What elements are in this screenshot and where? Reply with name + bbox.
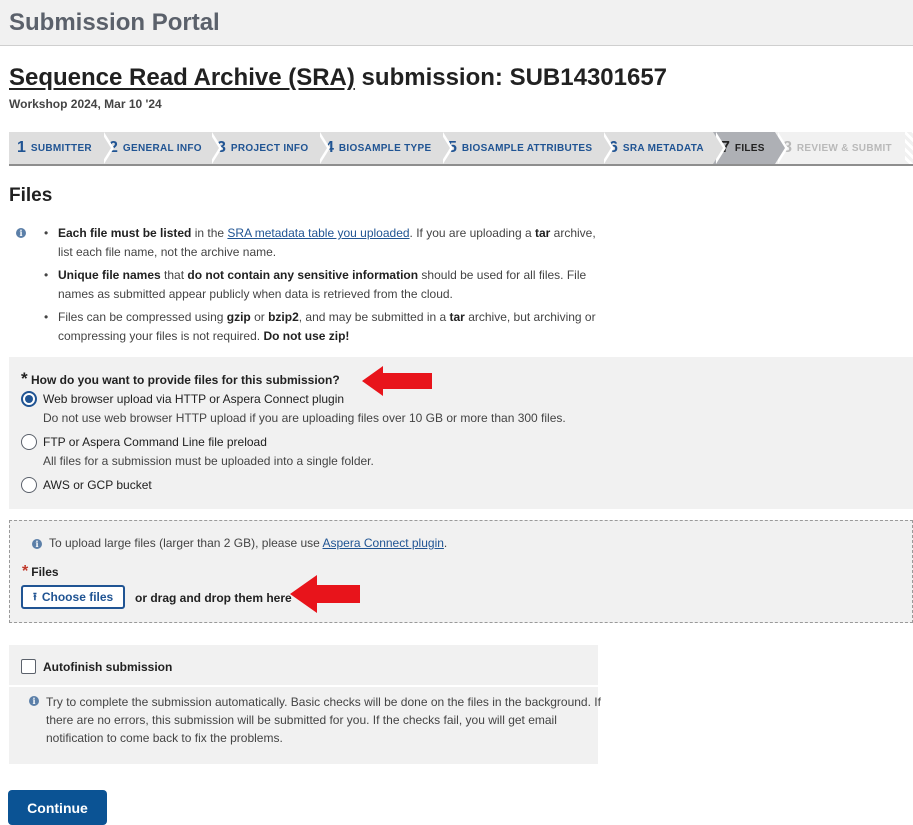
radio-button-ftp-aspera[interactable] bbox=[21, 434, 37, 450]
step-submitter[interactable]: 1 SUBMITTER bbox=[9, 132, 114, 164]
step-label: BIOSAMPLE ATTRIBUTES bbox=[461, 142, 593, 154]
step-project-info[interactable]: 3PROJECT INFO bbox=[209, 132, 330, 164]
radio-hint: Do not use web browser HTTP upload if yo… bbox=[43, 411, 566, 425]
files-section-title: Files bbox=[9, 185, 53, 206]
continue-button[interactable]: Continue bbox=[8, 790, 107, 825]
step-number: 1 bbox=[17, 139, 26, 156]
upload-method-panel: * How do you want to provide files for t… bbox=[9, 357, 913, 509]
radio-label: AWS or GCP bucket bbox=[43, 478, 152, 492]
step-label: GENERAL INFO bbox=[122, 142, 202, 154]
step-label: FILES bbox=[734, 142, 765, 154]
step-label: SUBMITTER bbox=[30, 142, 92, 154]
annotation-arrow-icon bbox=[362, 366, 432, 396]
submission-id-text: submission: SUB14301657 bbox=[354, 64, 668, 91]
sra-title-link[interactable]: Sequence Read Archive (SRA) bbox=[9, 64, 355, 91]
radio-label: Web browser upload via HTTP or Aspera Co… bbox=[43, 392, 345, 406]
step-sra-metadata[interactable]: 6SRA METADATA bbox=[601, 132, 726, 164]
step-biosample-type[interactable]: 4BIOSAMPLE TYPE bbox=[317, 132, 453, 164]
autofinish-label[interactable]: Autofinish submission bbox=[43, 660, 172, 674]
info-icon: i bbox=[16, 228, 26, 238]
autofinish-panel: Autofinish submission i Try to complete … bbox=[9, 645, 601, 764]
required-marker: * bbox=[22, 563, 29, 580]
files-label: * Files bbox=[22, 563, 59, 580]
radio-label: FTP or Aspera Command Line file preload bbox=[43, 435, 267, 449]
portal-header: Submission Portal bbox=[0, 0, 913, 46]
guideline-item: Unique file names that do not contain an… bbox=[44, 266, 596, 304]
guideline-item: Files can be compressed using gzip or bz… bbox=[44, 308, 596, 346]
file-upload-panel: i To upload large files (larger than 2 GB… bbox=[9, 520, 913, 623]
radio-option-ftp-aspera[interactable]: FTP or Aspera Command Line file preload … bbox=[21, 434, 374, 469]
sra-metadata-link[interactable]: SRA metadata table you uploaded bbox=[227, 226, 409, 240]
radio-button-web-browser[interactable] bbox=[21, 391, 37, 407]
stepper-edge bbox=[905, 132, 913, 164]
info-icon: i bbox=[29, 696, 39, 706]
step-label: REVIEW & SUBMIT bbox=[796, 142, 892, 154]
portal-title: Submission Portal bbox=[9, 9, 220, 36]
step-label: BIOSAMPLE TYPE bbox=[338, 142, 432, 154]
info-icon: i bbox=[32, 539, 42, 549]
choose-files-label: Choose files bbox=[41, 590, 114, 604]
page-title: Sequence Read Archive (SRA) submission: … bbox=[9, 64, 667, 92]
step-review-submit: 8REVIEW & SUBMIT bbox=[775, 132, 913, 164]
autofinish-header: Autofinish submission bbox=[9, 645, 598, 687]
files-guidelines: Each file must be listed in the SRA meta… bbox=[44, 224, 596, 350]
required-marker: * bbox=[21, 369, 28, 388]
step-label: PROJECT INFO bbox=[230, 142, 309, 154]
upload-icon: ⭱ bbox=[33, 590, 37, 603]
radio-option-web-browser[interactable]: Web browser upload via HTTP or Aspera Co… bbox=[21, 391, 566, 426]
aspera-connect-link[interactable]: Aspera Connect plugin bbox=[323, 536, 444, 550]
upload-info-note: i To upload large files (larger than 2 GB… bbox=[32, 536, 447, 550]
autofinish-description: Try to complete the submission automatic… bbox=[46, 695, 601, 745]
radio-button-bucket[interactable] bbox=[21, 477, 37, 493]
drag-drop-hint: or drag and drop them here bbox=[135, 591, 292, 605]
step-biosample-attributes[interactable]: 5BIOSAMPLE ATTRIBUTES bbox=[440, 132, 614, 164]
wizard-stepper: 1 SUBMITTER 2GENERAL INFO 3PROJECT INFO 4… bbox=[9, 132, 913, 166]
radio-option-bucket[interactable]: AWS or GCP bucket bbox=[21, 477, 152, 493]
autofinish-checkbox[interactable] bbox=[21, 659, 36, 674]
radio-hint: All files for a submission must be uploa… bbox=[43, 454, 374, 468]
annotation-arrow-icon bbox=[290, 575, 360, 613]
guideline-item: Each file must be listed in the SRA meta… bbox=[44, 224, 596, 262]
step-label: SRA METADATA bbox=[622, 142, 704, 154]
choose-files-button[interactable]: ⭱ Choose files bbox=[21, 585, 126, 609]
submission-subtitle: Workshop 2024, Mar 10 '24 bbox=[9, 97, 162, 111]
upload-method-question: * How do you want to provide files for t… bbox=[21, 369, 340, 388]
step-general-info[interactable]: 2GENERAL INFO bbox=[101, 132, 222, 164]
